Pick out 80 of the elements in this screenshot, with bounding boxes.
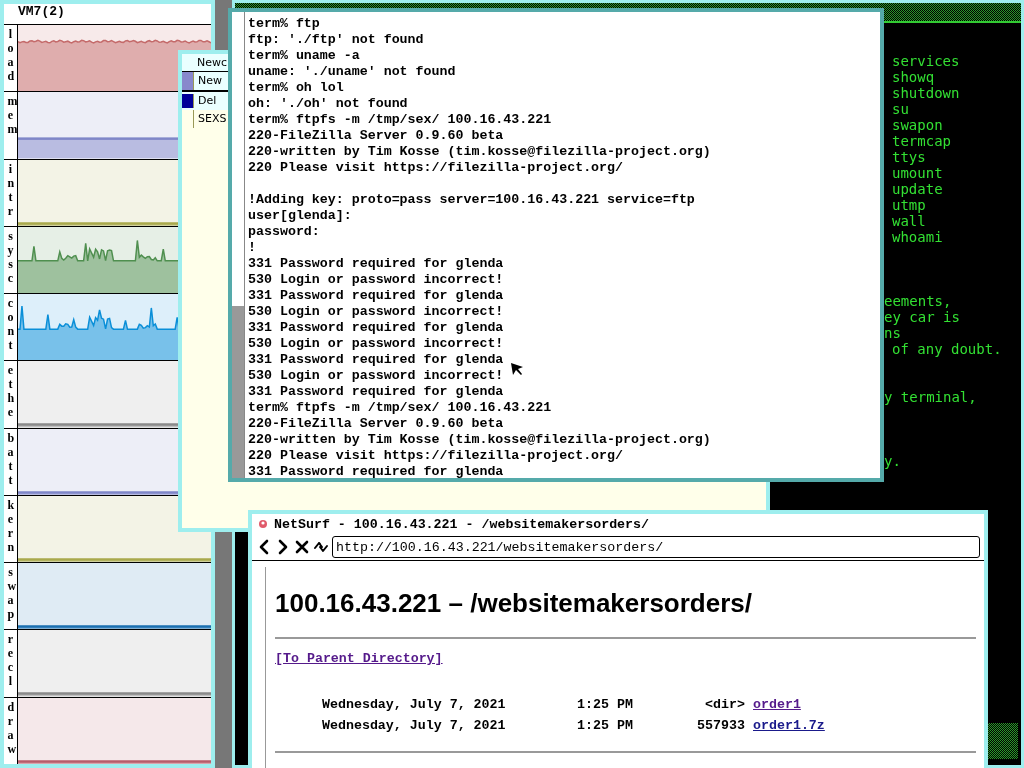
tag-bar[interactable]: Newc: [182, 54, 230, 72]
console-line: y terminal,: [884, 389, 977, 405]
column-handle[interactable]: [182, 72, 194, 90]
graph-label: cont: [7, 296, 14, 353]
terminal-line: term% uname -a: [248, 48, 360, 64]
file-time: 1:25 PM: [577, 718, 634, 735]
page-heading: 100.16.43.221 – /websitemakersorders/: [275, 587, 753, 619]
terminal-line: ftp: './ftp' not found: [248, 32, 424, 48]
terminal-line: term% ftp: [248, 16, 320, 32]
console-line: su: [892, 101, 909, 117]
console-line: termcap: [892, 133, 951, 149]
graph-label: draw: [7, 699, 14, 756]
terminal-line: 331 Password required for glenda: [248, 288, 504, 304]
file-date: Wednesday, July 7, 2021: [322, 697, 507, 714]
console-line: whoami: [892, 229, 943, 245]
graph-label: batt: [7, 430, 14, 487]
parent-directory-link[interactable]: [To Parent Directory]: [275, 651, 443, 666]
terminal-line: user[glenda]:: [248, 208, 352, 224]
terminal-line: 331 Password required for glenda: [248, 320, 504, 336]
console-line: wall: [892, 213, 926, 229]
console-line: ey car is: [884, 309, 960, 325]
file-size: 557933: [696, 718, 745, 735]
terminal-line: password:: [248, 224, 320, 240]
file-link[interactable]: order1: [753, 697, 801, 718]
graph-label: swap: [7, 565, 14, 622]
terminal-line: 220 Please visit https://filezilla-project.org/: [248, 448, 624, 464]
terminal-line: term% ftpfs -m /tmp/sex/ 100.16.43.221: [248, 400, 552, 416]
terminal-line: 530 Login or password incorrect!: [248, 272, 504, 288]
terminal-line: 220 Please visit https://filezilla-project.org/: [248, 160, 624, 176]
graph-label: intr: [7, 161, 14, 218]
file-date: Wednesday, July 7, 2021: [322, 718, 507, 735]
console-line: services: [892, 53, 960, 69]
terminal-line: !Adding key: proto=pass server=100.16.43.221 service=ftp: [248, 192, 695, 208]
scroll-thumb[interactable]: [232, 305, 244, 478]
tag-bar[interactable]: Del: [194, 92, 217, 110]
console-line: swapon: [892, 117, 943, 133]
terminal-line: 331 Password required for glenda: [248, 384, 504, 400]
terminal-line: 331 Password required for glenda: [248, 256, 504, 272]
console-line: eements,: [884, 293, 952, 309]
body-text: SEXS: [197, 111, 227, 127]
reload-icon[interactable]: [313, 539, 329, 555]
graph-label: ethe: [7, 363, 14, 420]
terminal-line: 530 Login or password incorrect!: [248, 336, 504, 352]
terminal-line: 530 Login or password incorrect!: [248, 304, 504, 320]
terminal-line: 220-FileZilla Server 0.9.60 beta: [248, 416, 504, 432]
console-line: y.: [884, 453, 901, 469]
app-icon: [258, 519, 268, 529]
console-line: ttys: [892, 149, 926, 165]
graph-label: load: [7, 27, 14, 83]
terminal-line: term% oh lol: [248, 80, 344, 96]
terminal-line: 530 Login or password incorrect!: [248, 368, 504, 384]
console-line: of any doubt.: [892, 341, 1002, 357]
terminal-line: uname: './uname' not found: [248, 64, 456, 80]
terminal-line: oh: './oh' not found: [248, 96, 408, 112]
terminal-line: !: [248, 240, 256, 256]
console-line: update: [892, 181, 943, 197]
console-line: utmp: [892, 197, 926, 213]
console-line: shutdown: [892, 85, 960, 101]
window-title: NetSurf - 100.16.43.221 - /websitemakersorders/: [274, 516, 650, 532]
terminal-line: 331 Password required for glenda: [248, 352, 504, 368]
file-time: 1:25 PM: [577, 697, 634, 714]
terminal-line: 220-written by Tim Kosse (tim.kosse@filezilla-project.org): [248, 432, 711, 448]
graph-label: kern: [7, 497, 14, 554]
graph-label: recl: [7, 632, 14, 689]
console-line: ns: [884, 325, 901, 341]
scroll-bar[interactable]: [232, 12, 245, 478]
terminal-line: 331 Password required for glenda: [248, 464, 504, 480]
url-field[interactable]: http://100.16.43.221/websitemakersorders/: [332, 536, 980, 558]
pointer-icon: [510, 362, 524, 376]
file-link[interactable]: order1.7z: [753, 718, 825, 739]
file-size: <dir>: [704, 697, 745, 714]
console-line: showq: [892, 69, 935, 85]
console-line: umount: [892, 165, 943, 181]
window-handle[interactable]: [182, 94, 194, 108]
terminal-line: 220-written by Tim Kosse (tim.kosse@filezilla-project.org): [248, 144, 711, 160]
tag-bar[interactable]: New: [194, 72, 222, 90]
close-icon[interactable]: [294, 539, 310, 555]
terminal-line: term% ftpfs -m /tmp/sex/ 100.16.43.221: [248, 112, 552, 128]
graph-label: sysc: [7, 228, 14, 285]
terminal-line: 220-FileZilla Server 0.9.60 beta: [248, 128, 504, 144]
